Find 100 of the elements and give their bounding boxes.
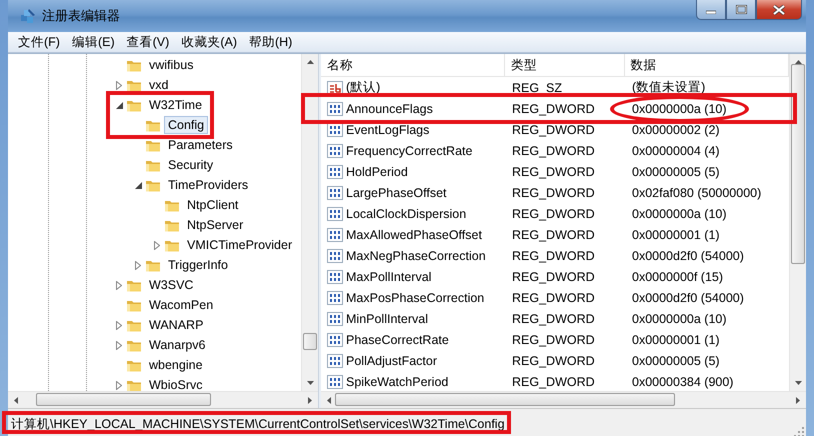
resize-grip-icon[interactable] bbox=[794, 427, 804, 436]
value-name[interactable]: LocalClockDispersion bbox=[346, 206, 466, 220]
tree-item[interactable]: Security bbox=[164, 156, 218, 174]
tree-item[interactable]: Wanarpv6 bbox=[145, 336, 210, 354]
menu-item[interactable]: 收藏夹(A) bbox=[175, 34, 243, 50]
menu-item[interactable]: 帮助(H) bbox=[242, 34, 298, 50]
value-type: REG_DWORD bbox=[512, 186, 595, 200]
value-name[interactable]: EventLogFlags bbox=[346, 122, 430, 136]
collapse-arrow-icon[interactable] bbox=[116, 102, 122, 108]
binary-value-icon bbox=[327, 184, 343, 200]
binary-value-icon bbox=[327, 268, 343, 284]
expand-arrow-icon[interactable] bbox=[135, 260, 141, 270]
value-name[interactable]: MaxPollInterval bbox=[346, 270, 432, 284]
scroll-left-icon[interactable] bbox=[327, 396, 331, 404]
value-type: REG_DWORD bbox=[512, 206, 595, 220]
tree-item[interactable]: Config bbox=[164, 116, 208, 134]
tree-item[interactable]: WacomPen bbox=[145, 296, 218, 314]
scrollbar-thumb[interactable] bbox=[36, 393, 211, 406]
tree-item[interactable]: W32Time bbox=[145, 96, 206, 114]
value-data: 0x00000005 (5) bbox=[632, 354, 720, 368]
tree-item[interactable]: vxd bbox=[145, 76, 172, 94]
value-type: REG_DWORD bbox=[512, 228, 595, 242]
value-name[interactable]: FrequencyCorrectRate bbox=[346, 144, 472, 158]
tree-item[interactable]: wbengine bbox=[145, 356, 207, 374]
scroll-up-icon[interactable] bbox=[306, 60, 314, 64]
expand-arrow-icon[interactable] bbox=[116, 380, 122, 390]
close-button[interactable] bbox=[756, 0, 802, 20]
value-name[interactable]: MinPollInterval bbox=[346, 312, 428, 326]
value-type: REG_DWORD bbox=[512, 354, 595, 368]
binary-value-icon bbox=[327, 332, 343, 348]
expand-arrow-icon[interactable] bbox=[116, 340, 122, 350]
tree-item[interactable]: TriggerInfo bbox=[164, 256, 232, 274]
expand-arrow-icon[interactable] bbox=[154, 240, 160, 250]
tree-item[interactable]: NtpServer bbox=[183, 216, 248, 234]
scroll-right-icon[interactable] bbox=[308, 396, 312, 404]
app-icon bbox=[20, 8, 36, 24]
binary-value-icon bbox=[327, 100, 343, 116]
maximize-icon[interactable] bbox=[736, 5, 746, 14]
column-header[interactable]: 名称 bbox=[321, 54, 506, 76]
value-name[interactable]: PollAdjustFactor bbox=[346, 354, 438, 368]
scrollbar-thumb[interactable] bbox=[303, 333, 317, 350]
value-data: 0x0000000a (10) bbox=[632, 102, 727, 116]
close-icon[interactable] bbox=[773, 4, 785, 14]
tree-item[interactable]: Parameters bbox=[164, 136, 237, 154]
value-data: 0x00000004 (4) bbox=[632, 144, 720, 158]
tree-item[interactable]: vwifibus bbox=[145, 56, 198, 74]
expand-arrow-icon[interactable] bbox=[116, 80, 122, 90]
value-type: REG_DWORD bbox=[512, 102, 595, 116]
column-header[interactable]: 类型 bbox=[505, 54, 625, 76]
value-name[interactable]: HoldPeriod bbox=[346, 164, 408, 178]
value-name[interactable]: PhaseCorrectRate bbox=[346, 332, 449, 346]
tree-item[interactable]: TimeProviders bbox=[164, 176, 252, 194]
tree-item[interactable]: WbioSrvc bbox=[145, 376, 206, 391]
value-type: REG_DWORD bbox=[512, 270, 595, 284]
value-name[interactable]: AnnounceFlags bbox=[346, 102, 433, 116]
value-type: REG_DWORD bbox=[512, 144, 595, 158]
binary-value-icon bbox=[327, 226, 343, 242]
scroll-left-icon[interactable] bbox=[14, 396, 18, 404]
horizontal-scrollbar[interactable] bbox=[8, 391, 318, 408]
minimize-button[interactable] bbox=[696, 0, 726, 20]
expand-arrow-icon[interactable] bbox=[116, 320, 122, 330]
menu-item[interactable]: 文件(F) bbox=[12, 34, 66, 50]
binary-value-icon bbox=[327, 122, 343, 138]
tree-item[interactable]: WANARP bbox=[145, 316, 208, 334]
value-type: REG_DWORD bbox=[512, 332, 595, 346]
menu-item[interactable]: 查看(V) bbox=[120, 34, 176, 50]
vertical-scrollbar[interactable] bbox=[789, 54, 806, 391]
status-path: 计算机\HKEY_LOCAL_MACHINE\SYSTEM\CurrentControlSet\services\W32Time\Config bbox=[10, 416, 505, 432]
scroll-right-icon[interactable] bbox=[796, 396, 800, 404]
vertical-scrollbar[interactable] bbox=[301, 54, 318, 391]
horizontal-scrollbar[interactable] bbox=[321, 391, 806, 408]
value-data: 0x00000384 (900) bbox=[632, 374, 734, 388]
value-data: 0x0000d2f0 (54000) bbox=[632, 290, 744, 304]
tree-item[interactable]: NtpClient bbox=[183, 196, 242, 214]
value-type: REG_DWORD bbox=[512, 122, 595, 136]
value-name[interactable]: SpikeWatchPeriod bbox=[346, 374, 448, 388]
maximize-button[interactable] bbox=[726, 0, 756, 20]
menu-item[interactable]: 编辑(E) bbox=[66, 34, 121, 50]
collapse-arrow-icon[interactable] bbox=[134, 182, 142, 188]
expand-arrow-icon[interactable] bbox=[116, 280, 122, 290]
value-type: REG_DWORD bbox=[512, 164, 595, 178]
value-data: 0x0000d2f0 (54000) bbox=[632, 248, 744, 262]
value-type: REG_DWORD bbox=[512, 248, 595, 262]
scrollbar-thumb[interactable] bbox=[335, 393, 675, 406]
tree-item[interactable]: VMICTimeProvider bbox=[183, 236, 296, 254]
scrollbar-thumb[interactable] bbox=[791, 64, 805, 264]
value-name[interactable]: MaxPosPhaseCorrection bbox=[346, 290, 484, 304]
binary-value-icon bbox=[327, 310, 343, 326]
scroll-down-icon[interactable] bbox=[306, 381, 314, 385]
scroll-down-icon[interactable] bbox=[794, 381, 802, 385]
tree-item[interactable]: W3SVC bbox=[145, 276, 198, 294]
value-name[interactable]: MaxNegPhaseCorrection bbox=[346, 248, 486, 262]
value-name[interactable]: MaxAllowedPhaseOffset bbox=[346, 228, 482, 242]
binary-value-icon bbox=[327, 248, 343, 264]
value-data: 0x0000000f (15) bbox=[632, 270, 724, 284]
string-value-icon bbox=[327, 80, 343, 96]
value-name[interactable]: LargePhaseOffset bbox=[346, 186, 447, 200]
binary-value-icon bbox=[327, 206, 343, 222]
value-data: 0x0000000a (10) bbox=[632, 312, 727, 326]
value-data: 0x00000002 (2) bbox=[632, 122, 720, 136]
